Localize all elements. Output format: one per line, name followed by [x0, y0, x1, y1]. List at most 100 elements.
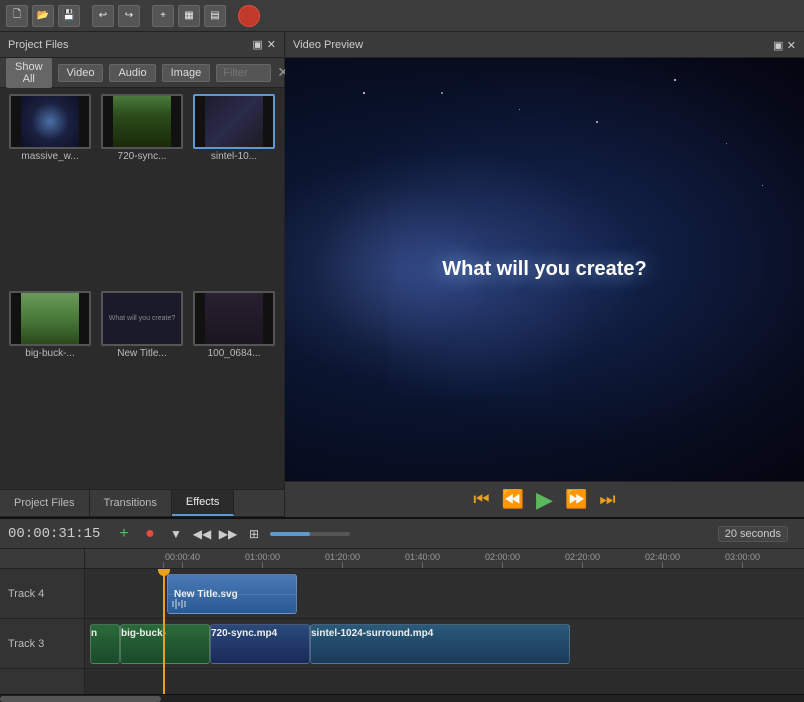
- thumb-label-4: New Title...: [117, 348, 166, 359]
- project-files-icons: ▣ ✕: [252, 38, 276, 51]
- preview-pin-icon[interactable]: ▣: [773, 40, 783, 52]
- video-preview-header: Video Preview ▣ ✕: [285, 32, 804, 58]
- clip-name-buck: big-buck-: [121, 628, 166, 639]
- track-clip[interactable]: New Title.svg: [167, 574, 297, 614]
- track-clip[interactable]: n: [90, 624, 120, 664]
- list-item[interactable]: sintel-10...: [190, 94, 278, 287]
- clip-name-720: 720-sync.mp4: [211, 628, 277, 639]
- thumbnail-sintel: [193, 94, 275, 149]
- ruler-mark-playhead: [163, 562, 164, 568]
- ruler-time-5: 02:20:00: [565, 552, 600, 562]
- open-button[interactable]: 📂: [32, 5, 54, 27]
- thumbnails-grid: massive_w... 720-sync... sintel-10... bi…: [0, 88, 284, 489]
- timeline: 00:00:31:15 + ● ▼ ◀◀ ▶▶ ⊞ 20 seconds Tra…: [0, 517, 804, 702]
- video-preview-icons: ▣ ✕: [773, 38, 796, 52]
- ruler-time-1: 01:00:00: [245, 552, 280, 562]
- tab-effects[interactable]: Effects: [172, 490, 234, 516]
- list-item[interactable]: What will you create? New Title...: [98, 291, 186, 484]
- tab-transitions[interactable]: Transitions: [90, 490, 172, 516]
- top-toolbar: 🗋 📂 💾 ↩ ↪ + ▦ ▤: [0, 0, 804, 32]
- list-item[interactable]: massive_w...: [6, 94, 94, 287]
- zoom-slider[interactable]: [270, 532, 350, 536]
- arrow-down-icon[interactable]: ▼: [166, 524, 186, 544]
- timeline-ruler: 00:00:40 01:00:00 01:20:00 01:40:00 02:0…: [85, 549, 804, 569]
- image-filter-button[interactable]: Image: [162, 64, 211, 82]
- import-button[interactable]: ▦: [178, 5, 200, 27]
- clip-name-sintel: sintel-1024-surround.mp4: [311, 628, 433, 639]
- list-item[interactable]: 100_0684...: [190, 291, 278, 484]
- track-clip[interactable]: 720-sync.mp4: [210, 624, 310, 664]
- ruler-mark-5: 02:20:00: [565, 552, 600, 568]
- audio-filter-button[interactable]: Audio: [109, 64, 155, 82]
- export-button[interactable]: ▤: [204, 5, 226, 27]
- video-overlay-text: What will you create?: [442, 258, 646, 281]
- thumbnail-title: What will you create?: [101, 291, 183, 346]
- redo-button[interactable]: ↪: [118, 5, 140, 27]
- ruler-mark-2: 01:20:00: [325, 552, 360, 568]
- thumb-title-text: What will you create?: [107, 313, 178, 324]
- ruler-time-6: 02:40:00: [645, 552, 680, 562]
- record-button[interactable]: [238, 5, 260, 27]
- ruler-label-spacer: [0, 549, 84, 569]
- playback-controls: ⏮ ⏪ ▶ ⏩ ⏭: [285, 481, 804, 517]
- undo-button[interactable]: ↩: [92, 5, 114, 27]
- track-clip[interactable]: sintel-1024-surround.mp4: [310, 624, 570, 664]
- video-preview-title: Video Preview: [293, 39, 363, 51]
- project-files-header: Project Files ▣ ✕: [0, 32, 284, 58]
- next-frame-button[interactable]: ⏩: [565, 489, 587, 510]
- add-clip-button[interactable]: +: [114, 524, 134, 544]
- ruler-time-7: 03:00:00: [725, 552, 760, 562]
- preview-close-icon[interactable]: ✕: [787, 40, 796, 52]
- thumbnail-buck: [9, 291, 91, 346]
- list-item[interactable]: big-buck-...: [6, 291, 94, 484]
- clip-name-n: n: [91, 628, 97, 639]
- track-clip[interactable]: big-buck-: [120, 624, 210, 664]
- show-all-button[interactable]: Show All: [6, 58, 52, 88]
- panel-close-icon[interactable]: ✕: [267, 38, 276, 51]
- ruler-mark-6: 02:40:00: [645, 552, 680, 568]
- main-area: Project Files ▣ ✕ Show All Video Audio I…: [0, 32, 804, 517]
- ruler-mark-4: 02:00:00: [485, 552, 520, 568]
- track-4-row: New Title.svg: [85, 569, 804, 619]
- thumbnail-forest: [101, 94, 183, 149]
- list-item[interactable]: 720-sync...: [98, 94, 186, 287]
- new-button[interactable]: 🗋: [6, 5, 28, 27]
- seconds-badge: 20 seconds: [718, 526, 788, 542]
- thumbnail-bedroom: [193, 291, 275, 346]
- save-button[interactable]: 💾: [58, 5, 80, 27]
- add-track-button[interactable]: +: [152, 5, 174, 27]
- timeline-toolbar: 00:00:31:15 + ● ▼ ◀◀ ▶▶ ⊞ 20 seconds: [0, 519, 804, 549]
- right-panel: Video Preview ▣ ✕ What will you create? …: [285, 32, 804, 517]
- tracks-container: New Title.svg: [85, 569, 804, 694]
- timeline-scrollbar[interactable]: [0, 694, 804, 702]
- jump-end-button[interactable]: ▶▶: [218, 524, 238, 544]
- timeline-ruler-area: Track 4 Track 3 00:00:40 01:00:00 01:: [0, 549, 804, 694]
- ruler-mark-1: 01:00:00: [245, 552, 280, 568]
- fast-forward-button[interactable]: ⏭: [599, 489, 615, 510]
- track-labels: Track 4 Track 3: [0, 549, 85, 694]
- timeline-scroll-thumb[interactable]: [0, 696, 161, 702]
- thumb-label-3: big-buck-...: [25, 348, 74, 359]
- thumbnail-galaxy: [9, 94, 91, 149]
- prev-frame-button[interactable]: ⏪: [502, 489, 524, 510]
- ruler-time-3: 01:40:00: [405, 552, 440, 562]
- video-filter-button[interactable]: Video: [58, 64, 104, 82]
- play-button[interactable]: ▶: [536, 487, 553, 513]
- ruler-mark-7: 03:00:00: [725, 552, 760, 568]
- playhead[interactable]: [163, 569, 165, 694]
- ruler-mark-0: 00:00:40: [165, 552, 200, 568]
- timecode-display: 00:00:31:15: [8, 526, 108, 542]
- thumb-label-0: massive_w...: [21, 151, 78, 162]
- jump-start-button[interactable]: ◀◀: [192, 524, 212, 544]
- panel-pin-icon[interactable]: ▣: [252, 38, 262, 51]
- project-files-title: Project Files: [8, 39, 69, 51]
- filter-input[interactable]: [216, 64, 271, 82]
- ruler-time-2: 01:20:00: [325, 552, 360, 562]
- snap-button[interactable]: ⊞: [244, 524, 264, 544]
- ruler-mark-3: 01:40:00: [405, 552, 440, 568]
- remove-clip-button[interactable]: ●: [140, 524, 160, 544]
- thumb-label-1: 720-sync...: [118, 151, 167, 162]
- tab-project-files[interactable]: Project Files: [0, 490, 90, 516]
- rewind-button[interactable]: ⏮: [473, 489, 489, 510]
- ruler-time-4: 02:00:00: [485, 552, 520, 562]
